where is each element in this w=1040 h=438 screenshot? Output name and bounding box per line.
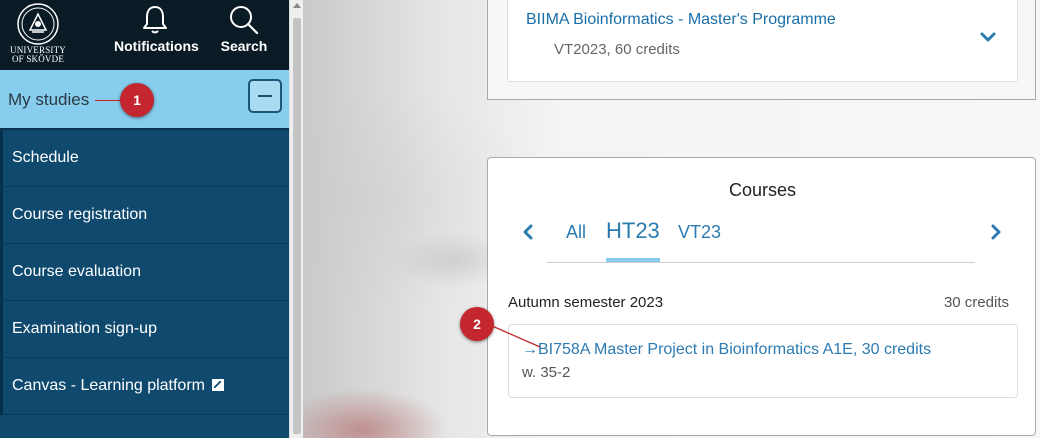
chevron-down-icon[interactable] — [980, 31, 996, 43]
search-button[interactable]: Search — [220, 4, 268, 66]
scroll-up-arrow-icon[interactable] — [293, 3, 301, 8]
annotation-line-2 — [490, 325, 541, 348]
top-bar: UNIVERSITY OF SKÖVDE Notifications Searc… — [0, 0, 289, 70]
tab-all[interactable]: All — [566, 222, 586, 243]
programme-title[interactable]: BIIMA Bioinformatics - Master's Programm… — [526, 11, 836, 29]
menu-item-course-registration[interactable]: Course registration — [0, 187, 289, 244]
sidebar-scrollbar[interactable] — [289, 0, 304, 438]
annotation-marker-2: 2 — [460, 307, 494, 341]
external-link-icon — [212, 379, 225, 391]
course-name: BI758A Master Project in Bioinformatics … — [538, 341, 932, 358]
course-weeks: w. 35-2 — [522, 364, 571, 381]
course-link[interactable]: →BI758A Master Project in Bioinformatics… — [522, 341, 931, 359]
menu-item-course-evaluation[interactable]: Course evaluation — [0, 244, 289, 301]
annotation-line-1 — [95, 100, 121, 101]
menu-item-label: Course registration — [12, 206, 148, 223]
courses-panel: Courses All HT23 VT23 Autumn semester 20… — [487, 157, 1036, 436]
search-label: Search — [220, 38, 268, 54]
notifications-button[interactable]: Notifications — [114, 4, 199, 66]
menu-item-label: Schedule — [12, 149, 79, 166]
active-tab-indicator — [606, 258, 660, 262]
bell-icon — [143, 6, 167, 34]
semester-credits: 30 credits — [943, 294, 1009, 311]
minus-icon — [258, 95, 272, 97]
chevron-left-icon[interactable] — [522, 224, 534, 240]
programme-subtitle: VT2023, 60 credits — [554, 41, 680, 58]
menu-item-label: Course evaluation — [12, 263, 141, 280]
my-studies-label: My studies — [8, 90, 90, 109]
notifications-label: Notifications — [114, 38, 199, 54]
menu-item-label: Examination sign-up — [12, 320, 157, 337]
menu-item-schedule[interactable]: Schedule — [0, 130, 289, 187]
tab-vt23[interactable]: VT23 — [678, 222, 721, 243]
search-icon — [230, 6, 259, 35]
menu-item-examination-sign-up[interactable]: Examination sign-up — [0, 301, 289, 358]
annotation-marker-1: 1 — [120, 83, 154, 117]
university-logo[interactable]: UNIVERSITY OF SKÖVDE — [6, 2, 70, 68]
course-card: →BI758A Master Project in Bioinformatics… — [508, 324, 1018, 398]
studies-menu: Schedule Course registration Course eval… — [0, 130, 289, 415]
menu-item-label: Canvas - Learning platform — [12, 377, 205, 394]
collapse-button[interactable] — [248, 79, 282, 113]
programme-card[interactable]: BIIMA Bioinformatics - Master's Programm… — [507, 0, 1018, 82]
menu-item-canvas[interactable]: Canvas - Learning platform — [0, 358, 289, 415]
university-crest-icon — [17, 3, 59, 45]
tab-divider — [547, 262, 975, 263]
semester-label: Autumn semester 2023 — [508, 294, 664, 311]
chevron-right-icon[interactable] — [990, 224, 1002, 240]
tab-ht23[interactable]: HT23 — [606, 218, 660, 244]
sidebar: UNIVERSITY OF SKÖVDE Notifications Searc… — [0, 0, 289, 438]
scroll-thumb[interactable] — [293, 18, 301, 434]
courses-title: Courses — [728, 180, 797, 200]
logo-line-2: OF SKÖVDE — [11, 54, 65, 64]
